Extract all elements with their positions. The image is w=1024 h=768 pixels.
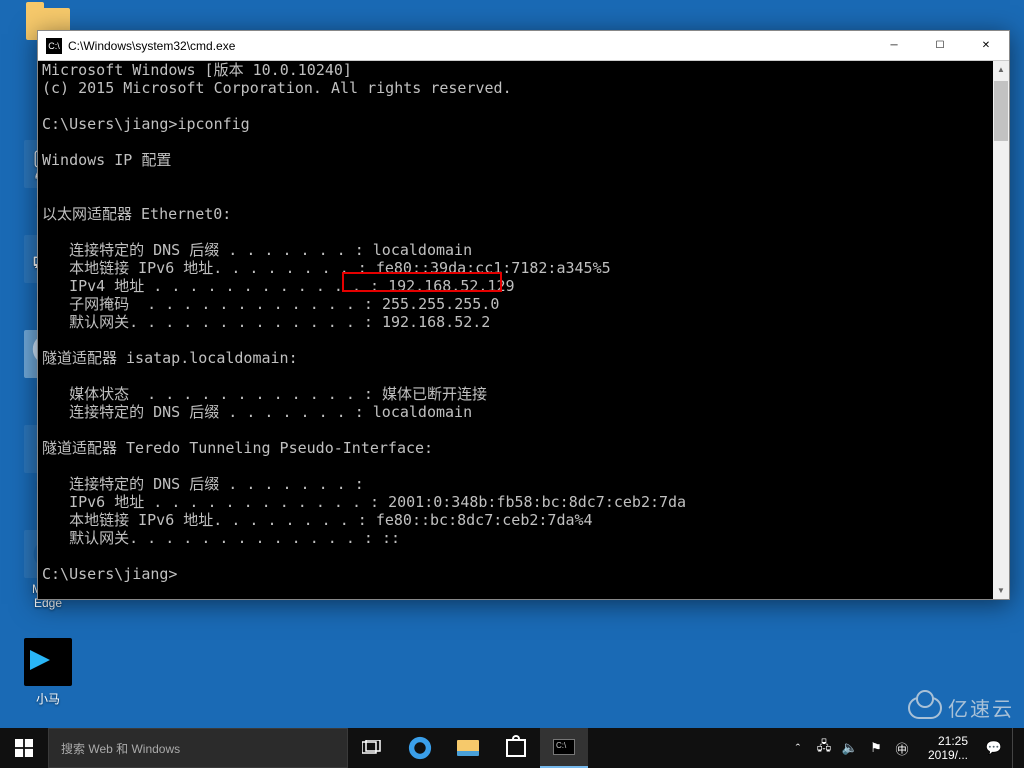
watermark-text: 亿速云 bbox=[948, 693, 1014, 722]
folder-icon bbox=[457, 740, 479, 756]
window-title: C:\Windows\system32\cmd.exe bbox=[68, 39, 871, 53]
search-placeholder: 搜索 Web 和 Windows bbox=[61, 740, 180, 757]
tray-volume-icon[interactable]: 🔈 bbox=[842, 740, 858, 756]
store-icon bbox=[506, 739, 526, 757]
taskbar-edge[interactable] bbox=[396, 728, 444, 768]
scroll-up-arrow[interactable]: ▲ bbox=[993, 61, 1009, 78]
desktop-icon-xiaoma[interactable]: 小马 bbox=[12, 638, 84, 707]
taskbar-clock[interactable]: 21:25 2019/... bbox=[920, 734, 976, 762]
tray-notifications-icon[interactable]: 💬 bbox=[986, 740, 1002, 756]
task-view-button[interactable] bbox=[348, 728, 396, 768]
tray-flag-icon[interactable]: ⚑ bbox=[868, 740, 884, 756]
arrow-icon bbox=[24, 638, 72, 686]
scroll-thumb[interactable] bbox=[994, 81, 1008, 141]
taskbar-cmd[interactable]: C:\ bbox=[540, 728, 588, 768]
clock-time: 21:25 bbox=[928, 734, 968, 748]
maximize-button[interactable]: ☐ bbox=[917, 31, 963, 60]
search-box[interactable]: 搜索 Web 和 Windows bbox=[48, 728, 348, 768]
start-button[interactable] bbox=[0, 728, 48, 768]
taskbar-explorer[interactable] bbox=[444, 728, 492, 768]
close-button[interactable]: ✕ bbox=[963, 31, 1009, 60]
system-tray: ˆ 🖧 🔈 ⚑ ㊥ 21:25 2019/... 💬 bbox=[784, 728, 1024, 768]
cmd-icon: C:\ bbox=[553, 739, 575, 755]
clock-date: 2019/... bbox=[928, 748, 968, 762]
taskbar-store[interactable] bbox=[492, 728, 540, 768]
tray-ime-icon[interactable]: ㊥ bbox=[894, 740, 910, 756]
cmd-icon: C:\ bbox=[46, 38, 62, 54]
scroll-down-arrow[interactable]: ▼ bbox=[993, 582, 1009, 599]
cloud-icon bbox=[908, 697, 942, 719]
cmd-window: C:\ C:\Windows\system32\cmd.exe ─ ☐ ✕ Mi… bbox=[37, 30, 1010, 600]
minimize-button[interactable]: ─ bbox=[871, 31, 917, 60]
icon-label: 小马 bbox=[12, 690, 84, 707]
taskbar: 搜索 Web 和 Windows C:\ ˆ 🖧 🔈 ⚑ ㊥ 21:25 201… bbox=[0, 728, 1024, 768]
tray-network-icon[interactable]: 🖧 bbox=[816, 740, 832, 756]
show-desktop-button[interactable] bbox=[1012, 728, 1018, 768]
scrollbar[interactable]: ▲ ▼ bbox=[993, 61, 1009, 599]
watermark: 亿速云 bbox=[908, 693, 1014, 722]
terminal-output[interactable]: Microsoft Windows [版本 10.0.10240] (c) 20… bbox=[38, 61, 1009, 599]
titlebar[interactable]: C:\ C:\Windows\system32\cmd.exe ─ ☐ ✕ bbox=[38, 31, 1009, 61]
window-controls: ─ ☐ ✕ bbox=[871, 31, 1009, 60]
tray-chevron-up-icon[interactable]: ˆ bbox=[790, 740, 806, 756]
